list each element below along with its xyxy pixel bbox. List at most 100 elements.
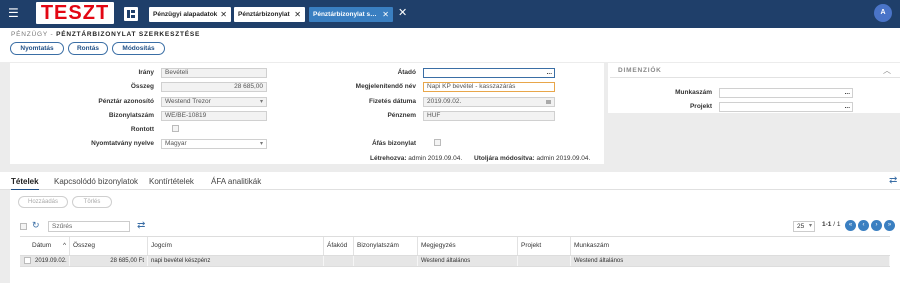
prev-page-icon[interactable]: ‹	[858, 220, 869, 231]
cell-munkaszam: Westend általános	[571, 256, 890, 266]
modified-label: Utoljára módosítva:	[474, 155, 535, 162]
lookup-icon[interactable]: ...	[845, 103, 850, 111]
created-value: admin 2019.09.04.	[408, 155, 463, 162]
nyelv-select[interactable]: Magyar ▾	[161, 139, 267, 149]
close-icon[interactable]: ✕	[220, 7, 227, 22]
close-icon[interactable]: ✕	[294, 7, 301, 22]
first-page-icon[interactable]: «	[845, 220, 856, 231]
cell-osszeg: 28 685,00 Ft	[70, 256, 148, 266]
tab-kapcsolodo-bizonylatok[interactable]: Kapcsolódó bizonylatok	[54, 177, 138, 186]
next-page-icon[interactable]: ›	[871, 220, 882, 231]
page-title: PÉNZTÁRBIZONYLAT SZERKESZTÉSE	[56, 31, 201, 38]
close-all-icon[interactable]: ✕	[398, 8, 407, 19]
penztar-field[interactable]: Westend Trezor ▾	[161, 97, 267, 107]
breadcrumb-parent[interactable]: PÉNZÜGY	[11, 31, 48, 38]
created-label: Létrehozva:	[370, 155, 407, 162]
avatar[interactable]: A	[874, 4, 892, 22]
calendar-icon[interactable]	[546, 100, 551, 104]
column-megjegyzes[interactable]: Megjegyzés	[418, 237, 518, 255]
rontott-checkbox[interactable]	[172, 125, 179, 132]
top-bar: ☰ TESZT Pénzügyi alapadatok ✕ Pénztárbizo…	[0, 0, 900, 28]
afas-bizonylat-checkbox[interactable]	[434, 139, 441, 146]
osszeg-field[interactable]: 28 685,00	[161, 82, 267, 92]
swap-icon[interactable]: ⇄	[889, 176, 897, 186]
swap-icon[interactable]: ⇄	[137, 221, 145, 231]
tab-penztarbizonylat[interactable]: Pénztárbizonylat ✕	[234, 7, 305, 22]
storno-button[interactable]: Rontás	[68, 42, 108, 55]
divider	[610, 77, 900, 78]
tab-penztarbizonylat-szerkesztese[interactable]: Pénztárbizonylat szerkesztése ✕	[309, 7, 393, 22]
last-page-icon[interactable]: »	[884, 220, 895, 231]
munkaszam-label: Munkaszám	[675, 89, 712, 96]
modified-info: Utoljára módosítva: admin 2019.09.04.	[474, 155, 590, 162]
table-header: Dátum ^ Összeg Jogcím Áfakód Bizonylatszá…	[20, 236, 890, 256]
nyelv-value: Magyar	[165, 140, 187, 147]
print-button[interactable]: Nyomtatás	[10, 42, 64, 55]
irany-label: Irány	[138, 69, 154, 76]
penznem-field[interactable]: HUF	[423, 111, 555, 121]
lookup-icon[interactable]: ...	[845, 89, 850, 97]
lookup-icon[interactable]: ...	[547, 69, 552, 77]
cell-afakod	[324, 256, 354, 266]
cell-projekt	[518, 256, 571, 266]
cell-megjegyzes: Westend általános	[418, 256, 518, 266]
page-range: 1-1	[822, 221, 832, 228]
page-size-value: 25	[797, 223, 805, 230]
projekt-label: Projekt	[689, 103, 712, 110]
fizetes-datuma-field[interactable]: 2019.09.02.	[423, 97, 555, 107]
dimensions-title: DIMENZIÓK	[618, 67, 662, 74]
tab-penzugyi-alapadatok[interactable]: Pénzügyi alapadatok ✕	[149, 7, 231, 22]
bizonylatszam-field[interactable]: WE/BE-10819	[161, 111, 267, 121]
page-header: PÉNZÜGY - PÉNZTÁRBIZONYLAT SZERKESZTÉSE …	[0, 28, 900, 62]
column-bizonylatszam[interactable]: Bizonylatszám	[354, 237, 418, 255]
column-jogcim[interactable]: Jogcím	[148, 237, 324, 255]
logo[interactable]: TESZT	[36, 2, 114, 24]
form-panel: Irány Bevételi Összeg 28 685,00 Pénztár …	[10, 63, 604, 164]
chevron-down-icon: ▾	[259, 99, 263, 105]
column-munkaszam[interactable]: Munkaszám	[571, 237, 890, 255]
breadcrumb-separator: -	[47, 31, 57, 38]
munkaszam-field[interactable]: ...	[719, 88, 853, 98]
breadcrumb: PÉNZÜGY - PÉNZTÁRBIZONYLAT SZERKESZTÉSE	[11, 31, 200, 38]
megjelenitendo-nev-label: Megjelenítendő név	[355, 83, 416, 90]
table-row[interactable]: 2019.09.02. 28 685,00 Ft napi bevétel ké…	[20, 256, 890, 266]
logo-text: TESZT	[40, 2, 110, 24]
atado-field[interactable]: ...	[423, 68, 555, 78]
row-checkbox[interactable]	[24, 257, 31, 264]
chevron-down-icon: ▾	[259, 141, 263, 147]
close-icon[interactable]: ✕	[382, 7, 389, 22]
penztar-label: Pénztár azonosító	[98, 98, 154, 105]
collapse-icon[interactable]: ︿	[883, 65, 891, 76]
cell-datum: 2019.09.02.	[32, 256, 70, 266]
menu-icon[interactable]: ☰	[8, 7, 19, 19]
tab-afa-analitikak[interactable]: ÁFA analitikák	[211, 177, 261, 186]
delete-button[interactable]: Törlés	[72, 196, 112, 208]
page-size-select[interactable]: 25 ▾	[793, 221, 815, 232]
divider	[20, 266, 890, 267]
osszeg-label: Összeg	[130, 83, 154, 90]
column-label: Dátum	[32, 242, 52, 249]
home-icon[interactable]	[124, 7, 138, 21]
tab-tetelek[interactable]: Tételek	[11, 177, 39, 191]
filter-input[interactable]: Szűrés	[48, 221, 130, 232]
select-all-checkbox[interactable]	[20, 223, 27, 230]
column-osszeg[interactable]: Összeg	[70, 237, 148, 255]
column-afakod[interactable]: Áfakód	[324, 237, 354, 255]
rontott-label: Rontott	[130, 126, 154, 133]
column-datum[interactable]: Dátum ^	[20, 237, 70, 255]
megjelenitendo-nev-field[interactable]: Napi KP bevétel - kasszazárás	[423, 82, 555, 92]
tab-label: Pénztárbizonylat	[238, 11, 290, 18]
changes-button[interactable]: Módosítás	[112, 42, 165, 55]
irany-field[interactable]: Bevételi	[161, 68, 267, 78]
column-projekt[interactable]: Projekt	[518, 237, 571, 255]
cell-jogcim: napi bevétel készpénz	[148, 256, 324, 266]
sort-up-icon[interactable]: ^	[63, 237, 66, 255]
projekt-field[interactable]: ...	[719, 102, 853, 112]
tab-kontirtetelek[interactable]: Kontírtételek	[149, 177, 194, 186]
bizonylatszam-label: Bizonylatszám	[108, 112, 154, 119]
nyelv-label: Nyomtatvány nyelve	[91, 140, 154, 147]
add-button[interactable]: Hozzáadás	[18, 196, 68, 208]
refresh-icon[interactable]: ↻	[32, 220, 40, 231]
modified-value: admin 2019.09.04.	[536, 155, 591, 162]
afas-bizonylat-label: Áfás bizonylat	[371, 140, 416, 147]
